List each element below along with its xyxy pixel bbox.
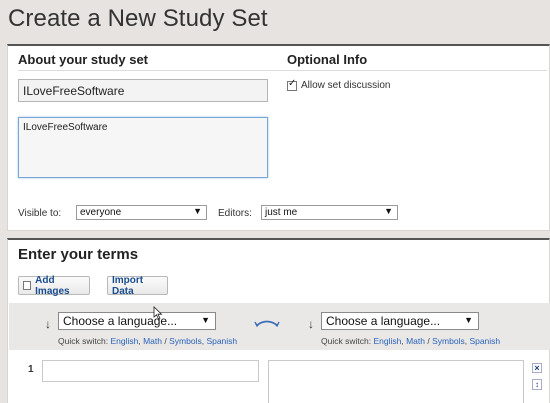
chevron-down-icon: ▼ — [464, 315, 473, 325]
quick-switch-label: Quick switch: — [321, 336, 372, 346]
quick-symbols-link[interactable]: Symbols — [432, 336, 465, 346]
visible-to-value: everyone — [80, 207, 122, 218]
optional-info-heading: Optional Info — [287, 52, 368, 67]
chevron-down-icon: ▼ — [193, 206, 202, 216]
chevron-down-icon: ▼ — [201, 315, 210, 325]
set-description-textarea[interactable]: ILoveFreeSoftware — [18, 117, 268, 178]
editors-label: Editors: — [218, 208, 252, 219]
definition-language-select[interactable]: Choose a language... ▼ — [321, 312, 479, 330]
definition-quick-switch: Quick switch: English, Math / Symbols, S… — [321, 336, 501, 346]
allow-discussion-checkbox[interactable] — [287, 78, 297, 91]
about-heading: About your study set — [18, 52, 149, 67]
term-input[interactable] — [42, 360, 259, 382]
add-images-button[interactable]: Add Images — [18, 274, 90, 297]
visible-to-label: Visible to: — [18, 208, 62, 219]
definition-language-value: Choose a language... — [326, 314, 441, 328]
move-row-icon[interactable]: ↕ — [532, 379, 542, 390]
quick-spanish-link[interactable]: Spanish — [206, 336, 237, 346]
allow-discussion-label: Allow set discussion — [301, 80, 391, 91]
term-language-select[interactable]: Choose a language... ▼ — [58, 312, 216, 330]
quick-english-link[interactable]: English — [110, 336, 138, 346]
editors-value: just me — [265, 207, 298, 218]
add-images-label: Add Images — [35, 274, 70, 297]
import-data-button[interactable]: Import Data — [107, 275, 168, 297]
swap-languages-icon[interactable] — [254, 318, 280, 328]
mouse-cursor-icon — [153, 306, 163, 320]
terms-panel: Enter your terms Add Images Import Data … — [7, 238, 550, 403]
quick-english-link[interactable]: English — [373, 336, 401, 346]
quick-math-link[interactable]: Math — [406, 336, 425, 346]
quick-spanish-link[interactable]: Spanish — [469, 336, 500, 346]
quick-symbols-link[interactable]: Symbols — [169, 336, 202, 346]
study-set-info-panel: About your study set Optional Info ILove… — [7, 44, 550, 231]
definition-input[interactable] — [268, 360, 524, 403]
remove-row-icon[interactable]: × — [532, 363, 542, 373]
visible-to-select[interactable]: everyone ▼ — [76, 205, 207, 220]
allow-discussion-option[interactable]: Allow set discussion — [287, 78, 391, 91]
quick-switch-label: Quick switch: — [58, 336, 109, 346]
terms-heading: Enter your terms — [18, 246, 139, 263]
quick-math-link[interactable]: Math — [143, 336, 162, 346]
chevron-down-icon: ▼ — [384, 206, 393, 216]
term-row-number: 1 — [28, 364, 34, 375]
arrow-down-icon[interactable]: ↓ — [308, 317, 314, 331]
term-quick-switch: Quick switch: English, Math / Symbols, S… — [58, 336, 238, 346]
page-title: Create a New Study Set — [8, 5, 268, 32]
editors-select[interactable]: just me ▼ — [261, 205, 398, 220]
heading-divider — [18, 70, 547, 71]
add-images-checkbox[interactable] — [23, 281, 32, 290]
set-title-input[interactable]: ILoveFreeSoftware — [18, 79, 268, 102]
arrow-down-icon[interactable]: ↓ — [45, 317, 51, 331]
